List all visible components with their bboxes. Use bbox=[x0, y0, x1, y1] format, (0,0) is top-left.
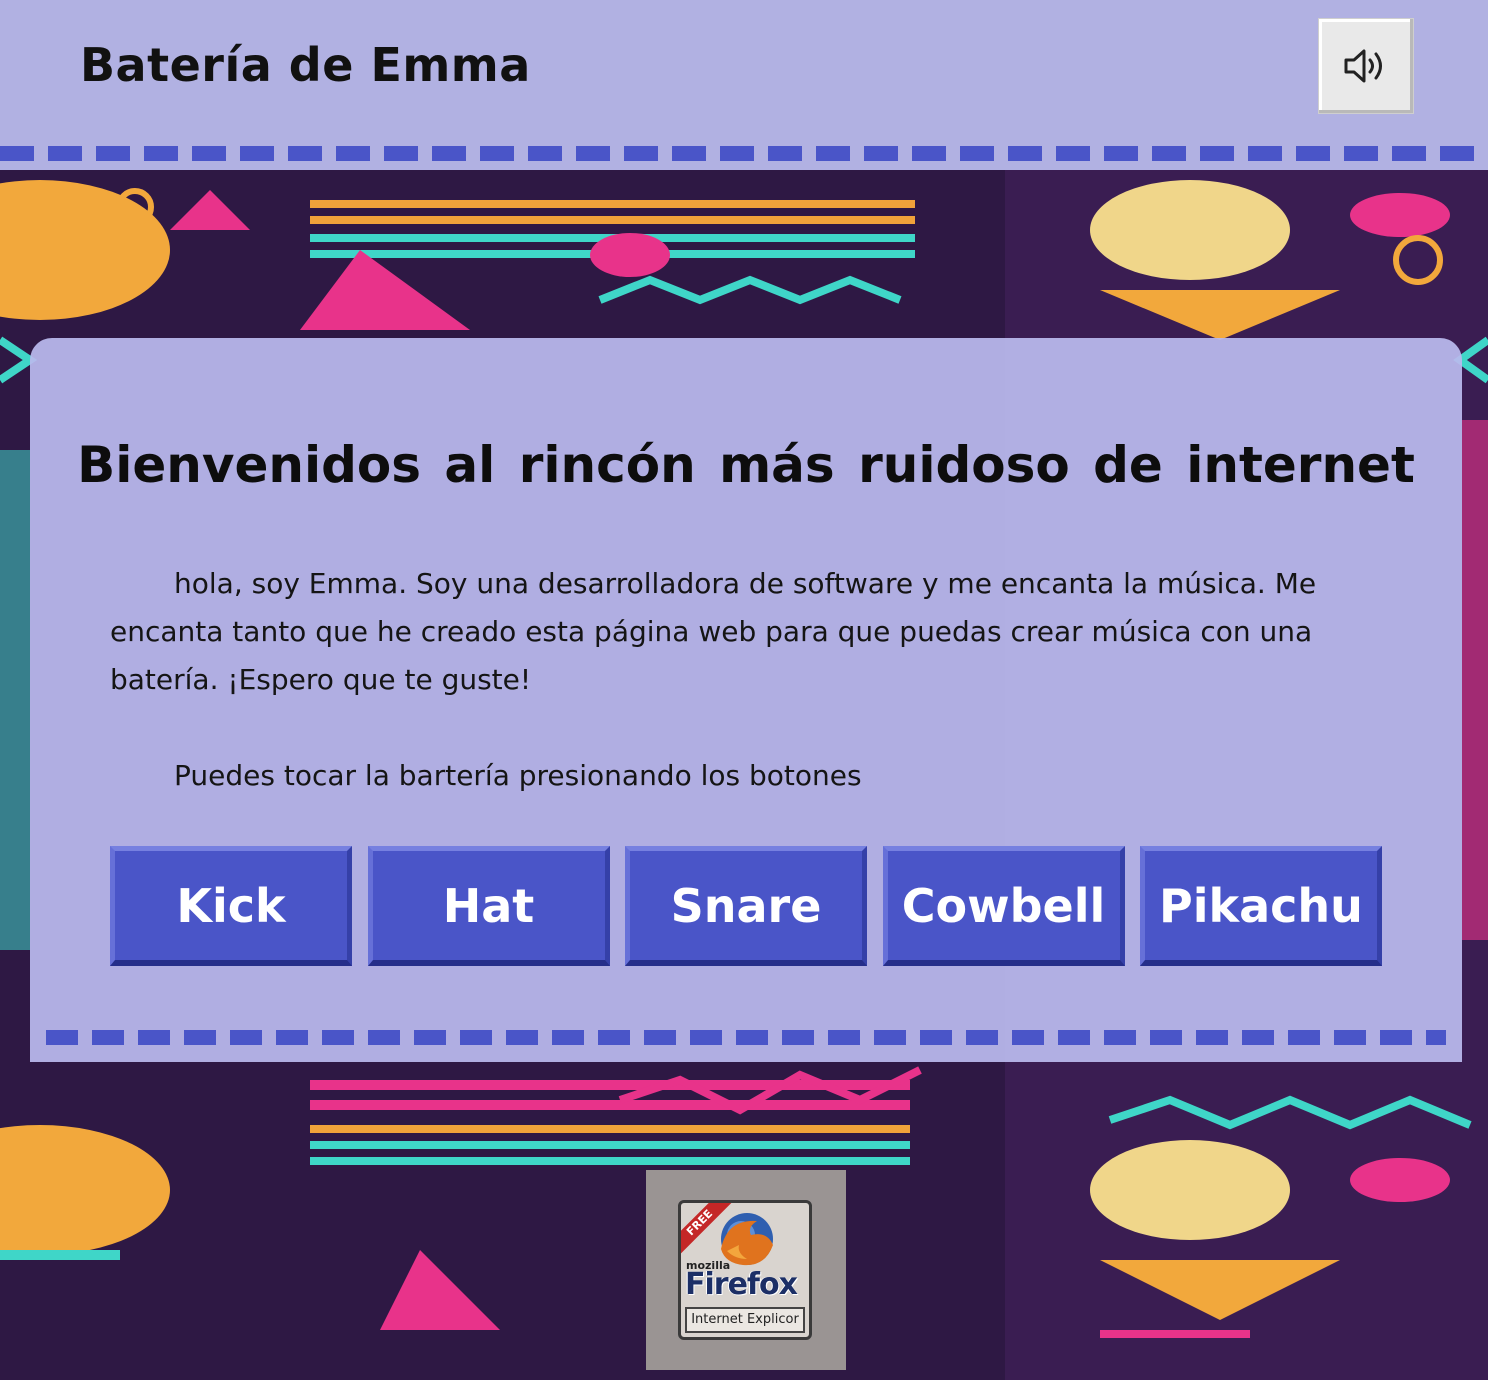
site-header: Batería de Emma bbox=[0, 0, 1488, 170]
header-dashed-divider bbox=[0, 146, 1488, 161]
card-dashed-divider bbox=[46, 1030, 1446, 1045]
kick-button[interactable]: Kick bbox=[110, 846, 352, 966]
instructions-paragraph: Puedes tocar la bartería presionando los… bbox=[174, 759, 862, 792]
badge-firefox-label: Firefox bbox=[685, 1267, 798, 1302]
welcome-heading: Bienvenidos al rincón más ruidoso de int… bbox=[77, 436, 1415, 494]
snare-button[interactable]: Snare bbox=[625, 846, 867, 966]
drum-pads: Kick Hat Snare Cowbell Pikachu bbox=[110, 846, 1382, 966]
main-card: Bienvenidos al rincón más ruidoso de int… bbox=[30, 338, 1462, 1062]
speaker-volume-icon bbox=[1344, 49, 1382, 83]
site-title: Batería de Emma bbox=[80, 38, 531, 92]
intro-paragraph: hola, soy Emma. Soy una desarrolladora d… bbox=[110, 567, 1317, 696]
hat-button[interactable]: Hat bbox=[367, 846, 610, 966]
firefox-badge: FREE mozilla Firefox Internet Explicor bbox=[646, 1170, 846, 1370]
cowbell-button[interactable]: Cowbell bbox=[882, 846, 1125, 966]
badge-frame: FREE mozilla Firefox Internet Explicor bbox=[678, 1200, 812, 1340]
badge-subtitle: Internet Explicor bbox=[685, 1307, 805, 1333]
pikachu-button[interactable]: Pikachu bbox=[1140, 846, 1382, 966]
sound-toggle-button[interactable] bbox=[1318, 18, 1414, 114]
